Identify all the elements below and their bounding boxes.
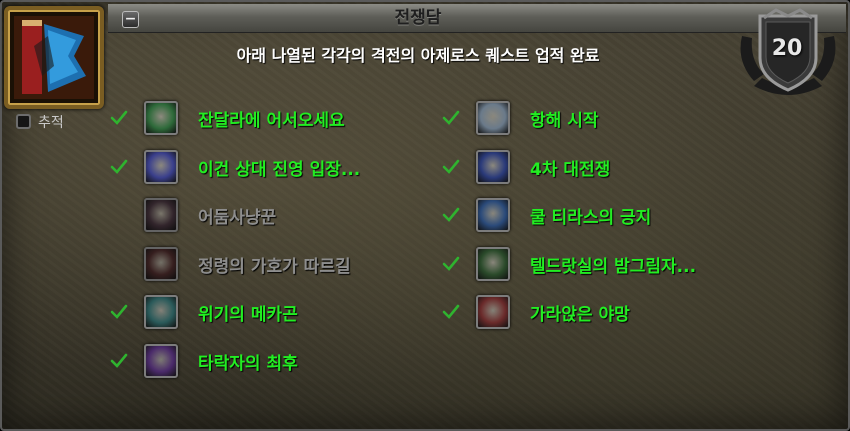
- track-checkbox[interactable]: [16, 114, 31, 129]
- criteria-item[interactable]: 항해 시작: [442, 101, 762, 141]
- criteria-item[interactable]: 잔달라에 어서오세요: [110, 101, 430, 141]
- sunken-ambition-icon[interactable]: [476, 295, 510, 329]
- check-icon: [442, 304, 460, 319]
- criteria-label: 텔드랏실의 밤그림자...: [530, 257, 697, 277]
- kul-tiras-blade-icon[interactable]: [476, 198, 510, 232]
- check-icon: [110, 353, 128, 368]
- criteria-item[interactable]: 위기의 메카곤: [110, 295, 430, 335]
- zandalar-emblem-icon[interactable]: [144, 101, 178, 135]
- check-icon: [110, 159, 128, 174]
- criteria-item[interactable]: 타락자의 최후: [110, 344, 430, 384]
- achievement-title: 전쟁담: [394, 8, 442, 28]
- track-label: 추적: [38, 115, 64, 131]
- shadow-hunter-icon[interactable]: [144, 198, 178, 232]
- criteria-item[interactable]: 이건 상대 진영 입장...: [110, 150, 430, 190]
- check-icon: [442, 159, 460, 174]
- teldrassil-shadow-icon[interactable]: [476, 247, 510, 281]
- criteria-label: 4차 대전쟁: [530, 160, 611, 180]
- check-icon: [442, 110, 460, 125]
- criteria-label: 잔달라에 어서오세요: [198, 111, 345, 131]
- criteria-item[interactable]: 텔드랏실의 밤그림자...: [442, 247, 762, 287]
- criteria-item[interactable]: 어둠사냥꾼: [110, 198, 430, 238]
- spirit-mask-icon[interactable]: [144, 247, 178, 281]
- mechagon-gear-icon[interactable]: [144, 295, 178, 329]
- criteria-label: 정령의 가호가 따르길: [198, 257, 351, 277]
- criteria-label: 어둠사냥꾼: [198, 208, 277, 228]
- banner-icon[interactable]: [4, 6, 104, 109]
- war-shield-icon[interactable]: [476, 150, 510, 184]
- criteria-label: 이건 상대 진영 입장...: [198, 160, 361, 180]
- corrupted-eye-icon[interactable]: [144, 344, 178, 378]
- criteria-label: 위기의 메카곤: [198, 305, 298, 325]
- criteria-label: 항해 시작: [530, 111, 599, 131]
- achievement-description: 아래 나열된 각각의 격전의 아제로스 퀘스트 업적 완료: [236, 46, 600, 65]
- achievement-points: 20: [771, 36, 803, 61]
- check-icon: [110, 304, 128, 319]
- criteria-item[interactable]: 정령의 가호가 따르길: [110, 247, 430, 287]
- alliance-soldier-icon[interactable]: [144, 150, 178, 184]
- check-icon: [442, 207, 460, 222]
- criteria-label: 가라앉은 야망: [530, 305, 630, 325]
- ship-sail-icon[interactable]: [476, 101, 510, 135]
- check-icon: [110, 110, 128, 125]
- criteria-item[interactable]: 쿨 티라스의 긍지: [442, 198, 762, 238]
- collapse-button[interactable]: −: [122, 11, 139, 28]
- criteria-item[interactable]: 가라앉은 야망: [442, 295, 762, 335]
- criteria-label: 타락자의 최후: [198, 354, 298, 374]
- check-icon: [442, 256, 460, 271]
- criteria-label: 쿨 티라스의 긍지: [530, 208, 652, 228]
- criteria-item[interactable]: 4차 대전쟁: [442, 150, 762, 190]
